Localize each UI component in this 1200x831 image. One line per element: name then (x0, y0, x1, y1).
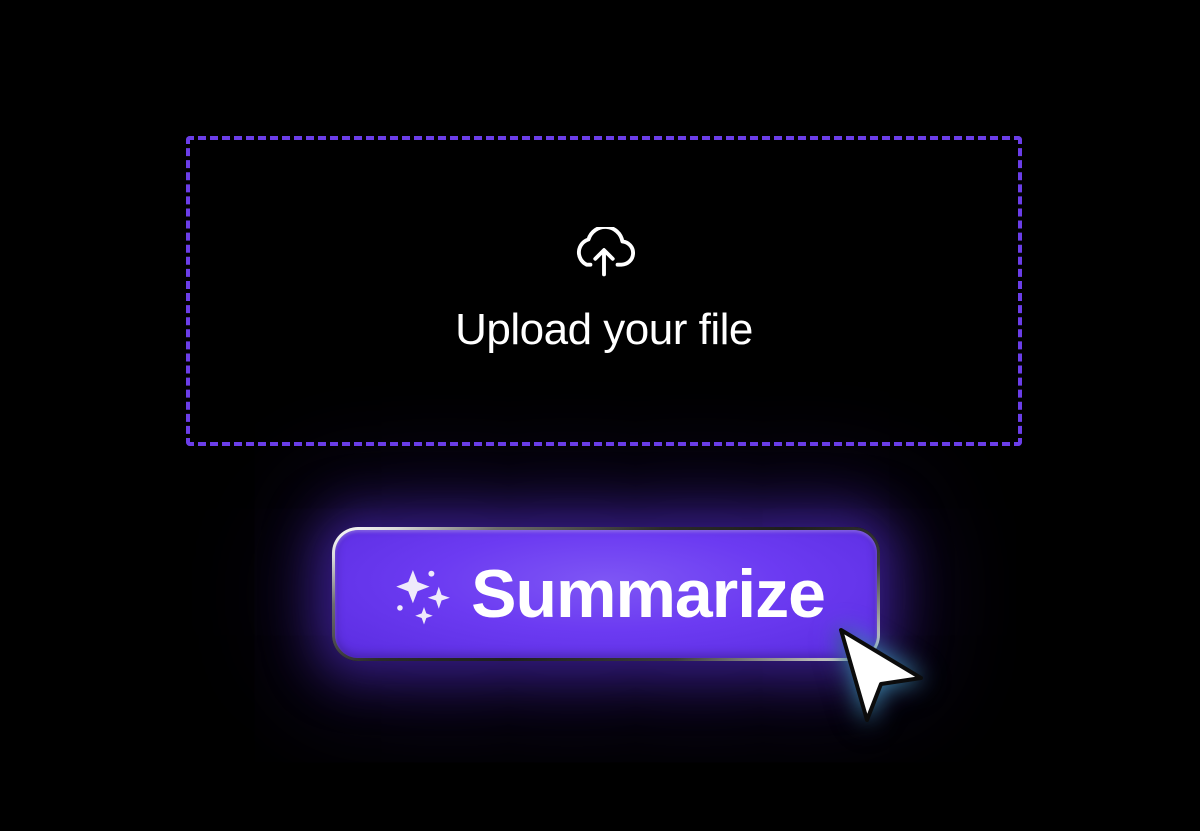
cloud-upload-icon (573, 227, 635, 279)
summarize-button-label: Summarize (471, 555, 825, 633)
file-upload-dropzone[interactable]: Upload your file (186, 136, 1022, 446)
sparkles-icon (387, 557, 461, 631)
summarize-button[interactable]: Summarize (332, 527, 880, 661)
upload-label: Upload your file (455, 305, 753, 355)
